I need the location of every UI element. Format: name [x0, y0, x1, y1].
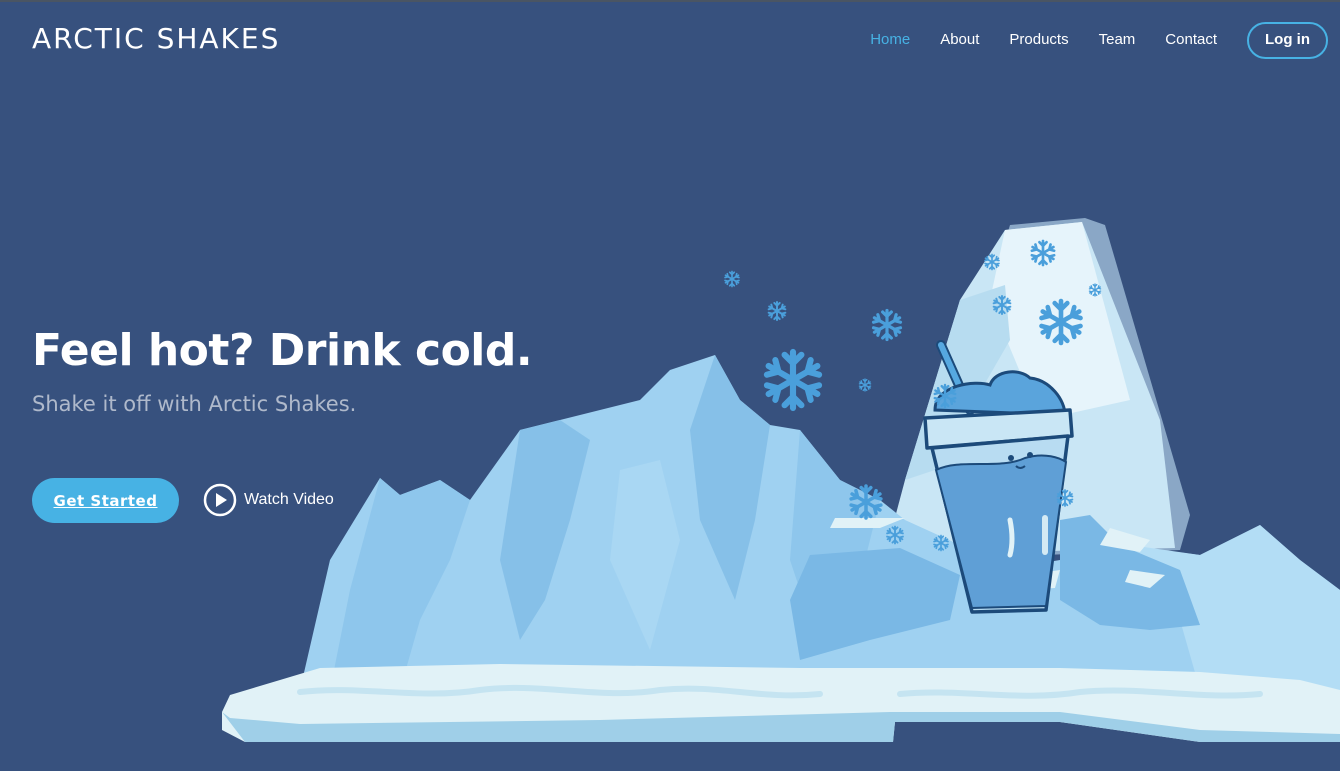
snowflake-icon — [871, 308, 903, 342]
hero-title: Feel hot? Drink cold. — [32, 325, 533, 376]
snowflake-icon — [858, 378, 872, 392]
hero-subtitle: Shake it off with Arctic Shakes. — [32, 392, 357, 416]
snowflake-icon — [767, 301, 787, 321]
watch-video-link[interactable]: Watch Video — [203, 483, 334, 517]
ice-floe — [222, 664, 1340, 742]
snowflake-icon — [767, 352, 819, 408]
snowflake-icon — [724, 270, 740, 288]
watch-video-label: Watch Video — [244, 491, 334, 508]
hero-illustration — [222, 218, 1340, 742]
get-started-button[interactable]: Get Started — [32, 478, 179, 523]
play-circle-icon — [203, 483, 237, 517]
